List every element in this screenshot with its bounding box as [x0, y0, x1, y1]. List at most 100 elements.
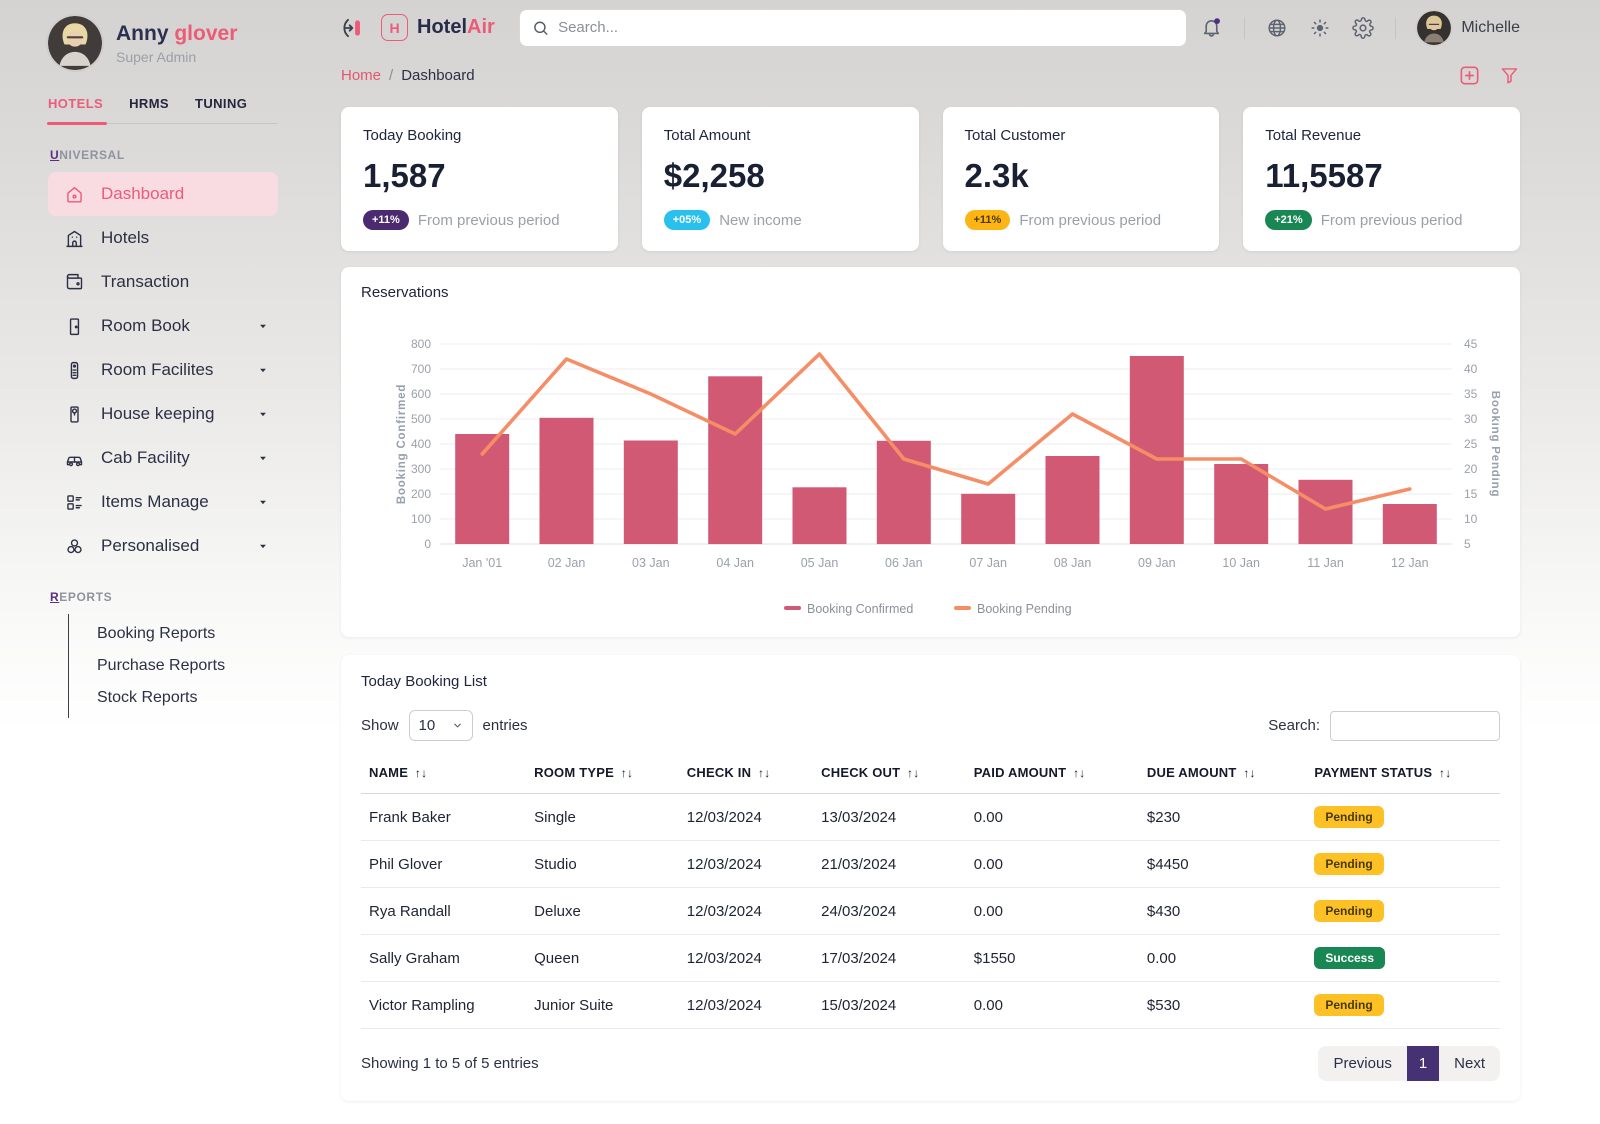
pagination: Previous 1 Next	[1318, 1046, 1500, 1081]
previous-page-button[interactable]: Previous	[1318, 1046, 1406, 1081]
column-header-due-amount[interactable]: DUE AMOUNT ↑↓	[1139, 755, 1306, 794]
sidebar-item-booking-reports[interactable]: Booking Reports	[69, 618, 278, 650]
breadcrumb-home-link[interactable]: Home	[341, 67, 381, 84]
stat-card-total-revenue: Total Revenue 11,5587 +21% From previous…	[1243, 107, 1520, 251]
stat-title: Total Revenue	[1265, 127, 1498, 144]
sidebar-item-dashboard[interactable]: Dashboard	[48, 172, 278, 216]
add-icon[interactable]	[1458, 64, 1481, 87]
table-search-input[interactable]	[1330, 711, 1500, 741]
search-input[interactable]	[558, 19, 1174, 36]
tab-hrms[interactable]: HRMS	[129, 96, 169, 123]
logo-icon: H	[381, 14, 408, 41]
column-header-check-in[interactable]: CHECK IN ↑↓	[679, 755, 813, 794]
sidebar-item-purchase-reports[interactable]: Purchase Reports	[69, 650, 278, 682]
stat-value: 11,5587	[1265, 157, 1498, 195]
topbar-icons: Michelle	[1200, 11, 1520, 45]
svg-text:06 Jan: 06 Jan	[885, 556, 923, 570]
svg-text:11 Jan: 11 Jan	[1307, 556, 1344, 570]
topbar: H HotelAir	[341, 0, 1520, 55]
stat-caption: From previous period	[418, 212, 560, 229]
circles-icon	[64, 536, 85, 557]
profile-role: Super Admin	[116, 49, 237, 65]
column-header-room-type[interactable]: ROOM TYPE ↑↓	[526, 755, 679, 794]
svg-text:800: 800	[411, 337, 431, 351]
sidebar-item-room-book[interactable]: Room Book	[48, 304, 278, 348]
profile-name: Anny glover	[116, 22, 237, 46]
svg-text:04 Jan: 04 Jan	[716, 556, 754, 570]
profile[interactable]: Anny glover Super Admin	[48, 16, 278, 70]
sidebar-item-stock-reports[interactable]: Stock Reports	[69, 682, 278, 714]
stat-caption: From previous period	[1019, 212, 1161, 229]
stats-cards: Today Booking 1,587 +11% From previous p…	[341, 107, 1520, 251]
svg-text:500: 500	[411, 412, 431, 426]
search-icon	[532, 19, 549, 37]
table-title: Today Booking List	[361, 673, 1500, 690]
next-page-button[interactable]: Next	[1439, 1046, 1500, 1081]
svg-text:Booking Pending: Booking Pending	[1489, 391, 1500, 498]
tab-hotels[interactable]: HOTELS	[48, 96, 103, 123]
sidebar-item-house-keeping[interactable]: House keeping	[48, 392, 278, 436]
divider	[1395, 17, 1396, 39]
svg-text:100: 100	[411, 512, 431, 526]
table-row: Sally Graham Queen 12/03/2024 17/03/2024…	[361, 935, 1500, 982]
door-tag-icon	[64, 404, 85, 425]
svg-text:600: 600	[411, 387, 431, 401]
svg-text:400: 400	[411, 437, 431, 451]
column-header-name[interactable]: NAME ↑↓	[361, 755, 526, 794]
entries-label: entries	[483, 717, 528, 734]
sidebar-item-personalised[interactable]: Personalised	[48, 524, 278, 568]
sidebar-item-cab-facility[interactable]: Cab Facility	[48, 436, 278, 480]
status-badge: Pending	[1314, 994, 1383, 1016]
language-globe-icon[interactable]	[1266, 17, 1288, 39]
sidebar-item-hotels[interactable]: Hotels	[48, 216, 278, 260]
sidebar-item-room-facilites[interactable]: Room Facilites	[48, 348, 278, 392]
user-menu[interactable]: Michelle	[1417, 11, 1520, 45]
section-label-universal: UNIVERSAL	[50, 148, 278, 162]
column-header-payment-status[interactable]: PAYMENT STATUS ↑↓	[1306, 755, 1500, 794]
svg-text:02 Jan: 02 Jan	[548, 556, 586, 570]
table-row: Victor Rampling Junior Suite 12/03/2024 …	[361, 982, 1500, 1029]
status-badge: Pending	[1314, 806, 1383, 828]
entries-select[interactable]: 10	[409, 710, 473, 741]
reservations-chart-card: Reservations 010020030040050060070080051…	[341, 267, 1520, 637]
tab-tuning[interactable]: TUNING	[195, 96, 247, 123]
column-header-paid-amount[interactable]: PAID AMOUNT ↑↓	[966, 755, 1139, 794]
sidebar-item-transaction[interactable]: Transaction	[48, 260, 278, 304]
stat-card-total-customer: Total Customer 2.3k +11% From previous p…	[943, 107, 1220, 251]
svg-text:10 Jan: 10 Jan	[1222, 556, 1260, 570]
global-search	[519, 9, 1187, 47]
today-booking-list-card: Today Booking List Show 10 entries Searc…	[341, 655, 1520, 1101]
status-badge: Pending	[1314, 853, 1383, 875]
svg-text:40: 40	[1464, 362, 1478, 376]
hotel-icon	[64, 228, 85, 249]
svg-text:300: 300	[411, 462, 431, 476]
stat-title: Total Amount	[664, 127, 897, 144]
sidebar-item-items-manage[interactable]: Items Manage	[48, 480, 278, 524]
sidebar-toggle-icon[interactable]	[341, 15, 367, 41]
theme-sun-icon[interactable]	[1309, 17, 1331, 39]
page-1-button[interactable]: 1	[1407, 1046, 1439, 1081]
stat-badge: +21%	[1265, 210, 1311, 230]
notifications-bell-icon[interactable]	[1200, 16, 1223, 39]
sidebar-tabs: HOTELS HRMS TUNING	[48, 96, 278, 124]
stat-title: Today Booking	[363, 127, 596, 144]
settings-gear-icon[interactable]	[1352, 17, 1374, 39]
stat-badge: +11%	[363, 210, 409, 230]
sort-icon: ↑↓	[758, 766, 770, 780]
column-header-check-out[interactable]: CHECK OUT ↑↓	[813, 755, 966, 794]
sidebar: Anny glover Super Admin HOTELS HRMS TUNI…	[0, 0, 300, 1124]
table-controls: Show 10 entries Search:	[361, 710, 1500, 741]
stat-value: $2,258	[664, 157, 897, 195]
breadcrumb: Home / Dashboard	[341, 56, 1520, 94]
chevron-down-icon	[452, 720, 463, 731]
list-details-icon	[64, 492, 85, 513]
booking-table: NAME ↑↓ ROOM TYPE ↑↓ CHECK IN ↑↓ CHECK O…	[361, 755, 1500, 1029]
sort-icon: ↑↓	[621, 766, 633, 780]
filter-funnel-icon[interactable]	[1499, 65, 1520, 86]
user-avatar	[1417, 11, 1451, 45]
table-row: Rya Randall Deluxe 12/03/2024 24/03/2024…	[361, 888, 1500, 935]
sort-icon: ↑↓	[1439, 766, 1451, 780]
svg-text:Booking Confirmed: Booking Confirmed	[396, 384, 408, 504]
svg-text:0: 0	[424, 537, 431, 551]
svg-text:45: 45	[1464, 337, 1478, 351]
